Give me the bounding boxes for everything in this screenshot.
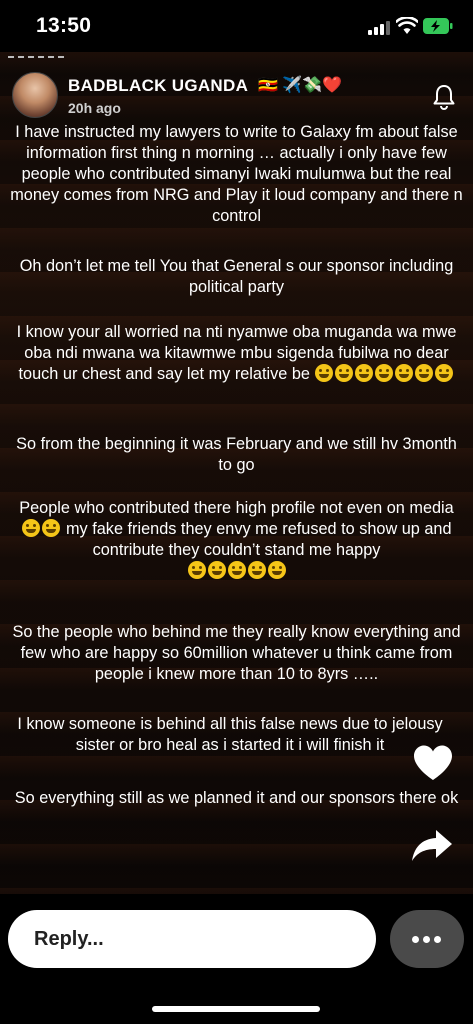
story-paragraph-7: I know someone is behind all this false … (17, 715, 443, 754)
story-paragraph-6: So the people who behind me they really … (12, 623, 461, 683)
grin-emoji (247, 561, 266, 579)
story-paragraph-8: So everything still as we planned it and… (14, 789, 459, 807)
heart-icon[interactable] (412, 744, 454, 782)
story-timestamp: 20h ago (68, 100, 121, 116)
story-username[interactable]: BADBLACK UGANDA (68, 76, 248, 96)
battery-icon (423, 18, 453, 34)
grin-emoji (22, 519, 41, 537)
grin-emoji (435, 364, 454, 382)
more-icon-dot (434, 936, 441, 943)
grin-emoji (267, 561, 286, 579)
grin-emoji (355, 364, 374, 382)
story-paragraph-4: So from the beginning it was February an… (16, 435, 457, 474)
home-indicator[interactable] (152, 1006, 320, 1012)
story-paragraph-1: I have instructed my lawyers to write to… (10, 123, 463, 225)
grin-emoji-group (10, 561, 463, 582)
bell-icon[interactable] (432, 84, 456, 110)
username-emojis: 🇺🇬 ✈️💸❤️ (258, 77, 343, 94)
more-options-button[interactable] (390, 910, 464, 968)
story-paragraph-3: I know your all worried na nti nyamwe ob… (10, 322, 463, 385)
more-icon (412, 936, 419, 943)
signal-icon (368, 21, 390, 35)
grin-emoji (335, 364, 354, 382)
story-progress-bar (8, 56, 64, 58)
grin-emoji-group (314, 364, 454, 383)
status-bar: 13:50 (0, 0, 473, 56)
grin-emoji (415, 364, 434, 382)
share-icon[interactable] (410, 828, 454, 864)
story-paragraph-5b-text: my fake friends they envy me refused to … (66, 520, 452, 559)
grin-emoji (315, 364, 334, 382)
status-time: 13:50 (36, 14, 92, 37)
grin-emoji (227, 561, 246, 579)
avatar[interactable] (12, 72, 58, 118)
grin-emoji (395, 364, 414, 382)
more-icon-dot (423, 936, 430, 943)
wifi-icon (396, 17, 418, 34)
grin-emoji (42, 519, 61, 537)
grin-emoji (207, 561, 226, 579)
grin-emoji (375, 364, 394, 382)
reply-input[interactable]: Reply... (8, 910, 376, 968)
grin-emoji (187, 561, 206, 579)
story-paragraph-2: Oh don’t let me tell You that General s … (19, 257, 454, 296)
story-paragraph-5: People who contributed there high profil… (10, 498, 463, 582)
story-paragraph-5a-text: People who contributed there high profil… (19, 499, 454, 517)
